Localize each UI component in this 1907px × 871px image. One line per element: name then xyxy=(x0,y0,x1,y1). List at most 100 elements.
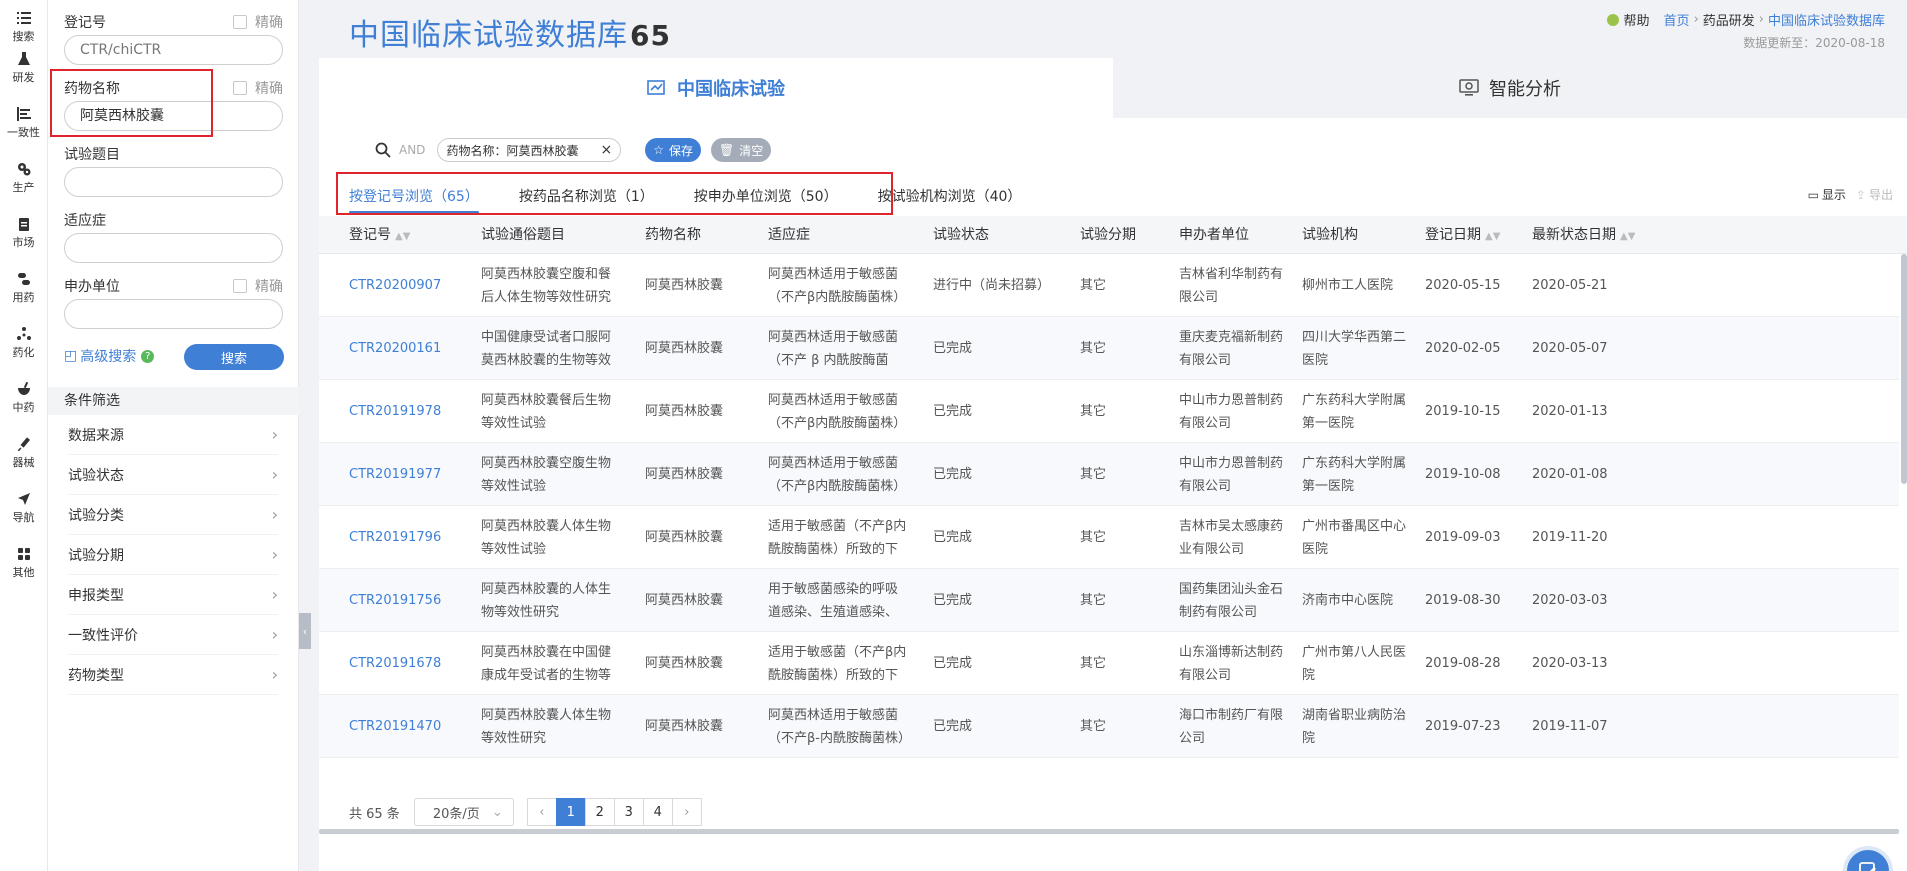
page-1[interactable]: 1 xyxy=(555,798,586,826)
cell-reg-no-text[interactable]: CTR20191678 xyxy=(349,652,441,675)
mortar-icon xyxy=(16,382,32,396)
cell-phase-text: 其它 xyxy=(1080,530,1107,545)
query-chip[interactable]: 药物名称：阿莫西林胶囊 × xyxy=(437,138,622,162)
cell-phase: 其它 xyxy=(1080,254,1160,317)
condition-phase[interactable]: 试验分期 › xyxy=(68,535,278,575)
cell-last-date: 2019-11-20 xyxy=(1532,506,1622,569)
condition-consistency[interactable]: 一致性评价 › xyxy=(68,615,278,655)
drug-exact[interactable]: 精确 xyxy=(233,78,283,98)
grid-icon xyxy=(16,547,32,561)
rail-chemistry[interactable]: 药化 xyxy=(0,316,47,371)
cell-reg-no[interactable]: CTR20191756 xyxy=(349,569,469,632)
col-last-date[interactable]: 最新状态日期 ▲▼ xyxy=(1532,216,1635,254)
chevron-down-icon: ⌄ xyxy=(491,804,503,820)
prev-page-button[interactable]: ‹ xyxy=(526,798,557,826)
rail-production[interactable]: 生产 xyxy=(0,151,47,206)
table-row[interactable]: CTR20191796 阿莫西林胶囊人体生物等效性试验 阿莫西林胶囊 适用于敏感菌（不… xyxy=(319,506,1899,569)
search-button[interactable]: 搜索 xyxy=(184,344,284,370)
col-reg-date[interactable]: 登记日期 ▲▼ xyxy=(1425,216,1500,254)
cell-reg-no-text[interactable]: CTR20191756 xyxy=(349,589,441,612)
table-row[interactable]: CTR20191978 阿莫西林胶囊餐后生物等效性试验 阿莫西林胶囊 阿莫西林适用于敏… xyxy=(319,380,1899,443)
cell-reg-no[interactable]: CTR20191796 xyxy=(349,506,469,569)
rail-medication[interactable]: 用药 xyxy=(0,261,47,316)
rail-tcm[interactable]: 中药 xyxy=(0,371,47,426)
sort-icon[interactable]: ▲▼ xyxy=(1620,231,1635,242)
sponsor-exact-checkbox[interactable] xyxy=(233,279,247,293)
pagination: 共 65 条 20条/页 ⌄ ‹ 1 2 3 4 › xyxy=(349,797,702,827)
sponsor-exact[interactable]: 精确 xyxy=(233,276,283,296)
reg-input[interactable]: CTR/chiCTR xyxy=(64,35,283,65)
cell-status: 已完成 xyxy=(933,443,1073,506)
export-button[interactable]: 导出 xyxy=(1869,186,1893,203)
sort-icon[interactable]: ▲▼ xyxy=(1485,231,1500,242)
condition-status[interactable]: 试验状态 › xyxy=(68,455,278,495)
cell-reg-no-text[interactable]: CTR20191796 xyxy=(349,526,441,549)
cell-reg-no[interactable]: CTR20200161 xyxy=(349,317,469,380)
cell-indication-text: 阿莫西林适用于敏感菌（不产β内酰胺酶菌株）所致... xyxy=(768,266,907,305)
cell-reg-no-text[interactable]: CTR20191978 xyxy=(349,400,441,423)
help-link[interactable]: 帮助 xyxy=(1624,10,1650,29)
breadcrumb-rd[interactable]: 药品研发 xyxy=(1703,10,1755,29)
close-icon[interactable]: × xyxy=(600,142,612,158)
rail-device[interactable]: 器械 xyxy=(0,426,47,481)
cell-reg-no[interactable]: CTR20200907 xyxy=(349,254,469,317)
tab-smart-analysis[interactable]: 智能分析 xyxy=(1113,58,1907,118)
topic-input[interactable] xyxy=(64,167,283,197)
tab-by-institution[interactable]: 按试验机构浏览（40） xyxy=(878,176,1022,216)
reg-exact[interactable]: 精确 xyxy=(233,12,283,32)
tab-smart-analysis-label: 智能分析 xyxy=(1489,79,1561,100)
cell-reg-no[interactable]: CTR20191678 xyxy=(349,632,469,695)
cell-phase: 其它 xyxy=(1080,317,1160,380)
collapse-panel-handle[interactable]: ‹ xyxy=(299,613,311,649)
cell-reg-no-text[interactable]: CTR20200161 xyxy=(349,337,441,360)
condition-drug-type[interactable]: 药物类型 › xyxy=(68,655,278,695)
rail-chemistry-label: 药化 xyxy=(12,346,35,359)
cell-status: 进行中（尚未招募） xyxy=(933,254,1073,317)
table-row[interactable]: CTR20191678 阿莫西林胶囊在中国健康成年受试者的生物等效性研究 阿莫西林胶… xyxy=(319,632,1899,695)
feedback-float-button[interactable] xyxy=(1843,846,1893,871)
cell-reg-no-text[interactable]: CTR20191977 xyxy=(349,463,441,486)
save-button[interactable]: ☆ 保存 xyxy=(645,138,701,162)
table-row[interactable]: CTR20191756 阿莫西林胶囊的人体生物等效性研究 阿莫西林胶囊 用于敏感菌感染… xyxy=(319,569,1899,632)
table-row[interactable]: CTR20200161 中国健康受试者口服阿莫西林胶囊的生物等效性试验 阿莫西林胶囊… xyxy=(319,317,1899,380)
table-row[interactable]: CTR20191470 阿莫西林胶囊人体生物等效性研究 阿莫西林胶囊 阿莫西林适用于敏… xyxy=(319,695,1899,758)
drug-exact-checkbox[interactable] xyxy=(233,81,247,95)
table-row[interactable]: CTR20200907 阿莫西林胶囊空腹和餐后人体生物等效性研究 阿莫西林胶囊 阿莫西… xyxy=(319,254,1899,317)
vertical-scrollbar[interactable] xyxy=(1901,254,1907,484)
next-page-button[interactable]: › xyxy=(671,798,702,826)
help-icon[interactable] xyxy=(1606,13,1619,26)
help-question-icon[interactable]: ? xyxy=(141,349,155,363)
page-size-select[interactable]: 20条/页 ⌄ xyxy=(413,798,514,826)
cell-reg-no-text[interactable]: CTR20191470 xyxy=(349,715,441,738)
page-4[interactable]: 4 xyxy=(642,798,673,826)
rail-rd[interactable]: 研发 xyxy=(0,41,47,96)
condition-source[interactable]: 数据来源 › xyxy=(68,415,278,455)
horizontal-scrollbar[interactable] xyxy=(319,829,1899,834)
page-2[interactable]: 2 xyxy=(584,798,615,826)
rail-nav[interactable]: 导航 xyxy=(0,481,47,536)
table-row[interactable]: CTR20191977 阿莫西林胶囊空腹生物等效性试验 阿莫西林胶囊 阿莫西林适用于敏… xyxy=(319,443,1899,506)
reg-exact-checkbox[interactable] xyxy=(233,15,247,29)
condition-apply-type[interactable]: 申报类型 › xyxy=(68,575,278,615)
cell-reg-no[interactable]: CTR20191977 xyxy=(349,443,469,506)
cell-status-text: 已完成 xyxy=(933,404,973,419)
sponsor-input[interactable] xyxy=(64,299,283,329)
and-operator[interactable]: AND xyxy=(399,143,425,157)
sort-icon[interactable]: ▲▼ xyxy=(395,231,410,242)
cell-reg-no[interactable]: CTR20191470 xyxy=(349,695,469,758)
condition-category[interactable]: 试验分类 › xyxy=(68,495,278,535)
breadcrumb-home[interactable]: 首页 xyxy=(1664,10,1690,29)
display-button[interactable]: 显示 xyxy=(1822,186,1846,203)
rail-market[interactable]: 市场 xyxy=(0,206,47,261)
advanced-search-link[interactable]: ◰ 高级搜索 ? xyxy=(64,346,155,366)
clear-button[interactable]: 🗑 清空 xyxy=(710,138,772,162)
cell-reg-no[interactable]: CTR20191978 xyxy=(349,380,469,443)
rail-other[interactable]: 其他 xyxy=(0,536,47,591)
cell-reg-no-text[interactable]: CTR20200907 xyxy=(349,274,441,297)
tab-clinical-trials[interactable]: 中国临床试验 xyxy=(319,58,1113,118)
rail-consistency[interactable]: 一致性 xyxy=(0,96,47,151)
cell-last-date-text: 2019-11-20 xyxy=(1532,530,1608,545)
col-reg-no[interactable]: 登记号 ▲▼ xyxy=(349,216,410,254)
page-3[interactable]: 3 xyxy=(613,798,644,826)
indication-input[interactable] xyxy=(64,233,283,263)
